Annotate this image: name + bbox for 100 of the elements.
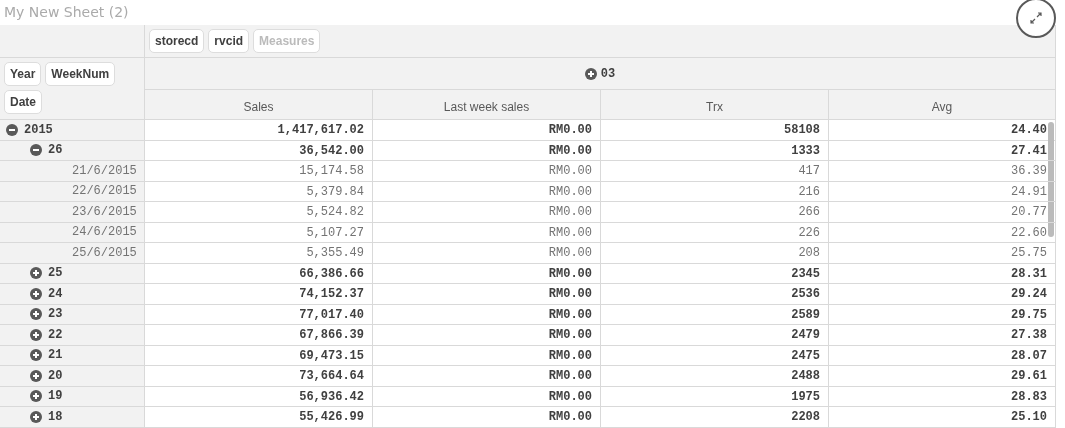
table-cell: 417 bbox=[601, 161, 829, 182]
expand-icon[interactable] bbox=[30, 390, 42, 403]
table-cell: 5,379.84 bbox=[145, 181, 373, 202]
week-label: 20 bbox=[48, 367, 63, 385]
table-cell: 22.60 bbox=[829, 222, 1056, 243]
table-cell: 36.39 bbox=[829, 161, 1056, 182]
table-cell: 74,152.37 bbox=[145, 284, 373, 305]
table-cell: 5,107.27 bbox=[145, 222, 373, 243]
collapse-icon[interactable] bbox=[30, 144, 42, 157]
table-cell: RM0.00 bbox=[373, 120, 601, 141]
week-label: 25 bbox=[48, 265, 63, 283]
table-cell: 15,174.58 bbox=[145, 161, 373, 182]
collapse-icon[interactable] bbox=[6, 123, 18, 136]
table-cell: RM0.00 bbox=[373, 181, 601, 202]
date-label: 22/6/2015 bbox=[72, 183, 137, 201]
table-cell: RM0.00 bbox=[373, 304, 601, 325]
expand-icon[interactable] bbox=[30, 328, 42, 341]
fullscreen-button[interactable] bbox=[1016, 0, 1056, 38]
table-cell: 20.77 bbox=[829, 202, 1056, 223]
table-cell: 67,866.39 bbox=[145, 325, 373, 346]
table-cell: 27.38 bbox=[829, 325, 1056, 346]
table-cell: 55,426.99 bbox=[145, 407, 373, 428]
table-cell: 2589 bbox=[601, 304, 829, 325]
expand-icon[interactable] bbox=[30, 369, 42, 382]
week-label: 23 bbox=[48, 306, 63, 324]
table-cell: 69,473.15 bbox=[145, 345, 373, 366]
dimension-chip[interactable]: Year bbox=[4, 62, 42, 86]
table-cell: 25.75 bbox=[829, 243, 1056, 264]
date-label: 25/6/2015 bbox=[72, 244, 137, 262]
table-cell: 66,386.66 bbox=[145, 263, 373, 284]
dimension-chip[interactable]: WeekNum bbox=[45, 62, 116, 86]
table-cell: 1,417,617.02 bbox=[145, 120, 373, 141]
table-cell: 266 bbox=[601, 202, 829, 223]
table-cell: 1975 bbox=[601, 386, 829, 407]
column-header[interactable]: Trx bbox=[601, 90, 829, 120]
table-cell: RM0.00 bbox=[373, 386, 601, 407]
table-cell: 216 bbox=[601, 181, 829, 202]
table-cell: 2488 bbox=[601, 366, 829, 387]
dimension-chip[interactable]: rvcid bbox=[208, 29, 250, 53]
date-label: 23/6/2015 bbox=[72, 203, 137, 221]
column-header[interactable]: Avg bbox=[829, 90, 1056, 120]
table-cell: RM0.00 bbox=[373, 284, 601, 305]
table-cell: 226 bbox=[601, 222, 829, 243]
week-label: 22 bbox=[48, 326, 63, 344]
table-cell: 28.31 bbox=[829, 263, 1056, 284]
date-label: 24/6/2015 bbox=[72, 224, 137, 242]
table-cell: RM0.00 bbox=[373, 407, 601, 428]
table-cell: RM0.00 bbox=[373, 161, 601, 182]
table-cell: 29.24 bbox=[829, 284, 1056, 305]
table-cell: 25.10 bbox=[829, 407, 1056, 428]
table-cell: 28.83 bbox=[829, 386, 1056, 407]
table-cell: RM0.00 bbox=[373, 345, 601, 366]
week-label: 21 bbox=[48, 347, 63, 365]
table-cell: 5,355.49 bbox=[145, 243, 373, 264]
expand-icon[interactable] bbox=[30, 349, 42, 362]
dimension-chip[interactable]: Date bbox=[4, 90, 42, 114]
expand-icon[interactable] bbox=[30, 308, 42, 321]
table-cell: RM0.00 bbox=[373, 222, 601, 243]
scrollbar[interactable] bbox=[1048, 122, 1054, 237]
table-cell: 2536 bbox=[601, 284, 829, 305]
table-cell: 2479 bbox=[601, 325, 829, 346]
table-cell: 24.91 bbox=[829, 181, 1056, 202]
expand-icon[interactable] bbox=[584, 67, 597, 80]
table-cell: 2208 bbox=[601, 407, 829, 428]
expand-icon bbox=[1030, 12, 1042, 24]
table-cell: 36,542.00 bbox=[145, 140, 373, 161]
table-cell: 28.07 bbox=[829, 345, 1056, 366]
table-cell: RM0.00 bbox=[373, 140, 601, 161]
table-cell: 5,524.82 bbox=[145, 202, 373, 223]
expand-icon[interactable] bbox=[30, 267, 42, 280]
table-cell: 58108 bbox=[601, 120, 829, 141]
table-cell: 2475 bbox=[601, 345, 829, 366]
year-label: 2015 bbox=[24, 121, 53, 139]
table-cell: 2345 bbox=[601, 263, 829, 284]
column-header[interactable]: Sales bbox=[145, 90, 373, 120]
column-group-label: 03 bbox=[600, 65, 616, 83]
table-cell: 1333 bbox=[601, 140, 829, 161]
table-cell: RM0.00 bbox=[373, 243, 601, 264]
table-cell: RM0.00 bbox=[373, 263, 601, 284]
table-cell: RM0.00 bbox=[373, 325, 601, 346]
column-header[interactable]: Last week sales bbox=[373, 90, 601, 120]
table-cell: 29.75 bbox=[829, 304, 1056, 325]
week-label: 19 bbox=[48, 388, 63, 406]
table-cell: 27.41 bbox=[829, 140, 1056, 161]
table-cell: RM0.00 bbox=[373, 202, 601, 223]
expand-icon[interactable] bbox=[30, 410, 42, 423]
table-cell: 73,664.64 bbox=[145, 366, 373, 387]
table-cell: 208 bbox=[601, 243, 829, 264]
sheet-title: My New Sheet (2) bbox=[3, 3, 129, 22]
week-label: 24 bbox=[48, 285, 63, 303]
table-cell: 29.61 bbox=[829, 366, 1056, 387]
table-cell: 56,936.42 bbox=[145, 386, 373, 407]
table-cell: RM0.00 bbox=[373, 366, 601, 387]
week-label: 26 bbox=[48, 142, 63, 160]
table-cell: 77,017.40 bbox=[145, 304, 373, 325]
expand-icon[interactable] bbox=[30, 287, 42, 300]
dimension-chip[interactable]: storecd bbox=[149, 29, 205, 53]
date-label: 21/6/2015 bbox=[72, 162, 137, 180]
week-label: 18 bbox=[48, 408, 63, 426]
table-cell: 24.40 bbox=[829, 120, 1056, 141]
